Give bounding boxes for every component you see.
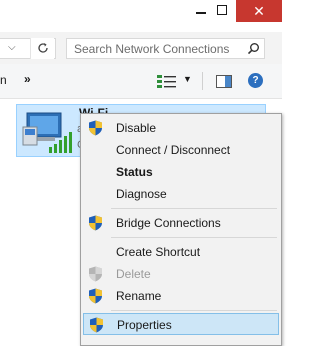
menu-item-label: Diagnose — [116, 187, 167, 201]
close-icon: ✕ — [253, 3, 265, 19]
menu-item-label: Delete — [116, 267, 151, 281]
help-icon[interactable]: ? — [248, 73, 263, 88]
menu-item-label: Rename — [116, 289, 162, 303]
uac-shield-icon — [89, 288, 102, 304]
menu-item-bridge-connections[interactable]: Bridge Connections — [83, 212, 279, 234]
menu-item-label: Disable — [116, 121, 157, 135]
more-commands-button[interactable]: » — [24, 72, 31, 86]
toolbar-fragment[interactable]: n — [0, 73, 7, 87]
minimize-button[interactable] — [196, 12, 206, 14]
menu-item-label: Status — [116, 165, 153, 179]
uac-shield-icon — [89, 120, 102, 136]
close-button[interactable]: ✕ — [236, 0, 282, 22]
menu-item-status[interactable]: Status — [83, 161, 279, 183]
toolbar-separator — [202, 72, 203, 90]
menu-item-delete: Delete — [83, 263, 279, 285]
search-input[interactable]: Search Network Connections — [66, 38, 265, 59]
view-dropdown-arrow[interactable]: ▼ — [183, 74, 192, 84]
menu-item-diagnose[interactable]: Diagnose — [83, 183, 279, 205]
menu-separator — [111, 237, 277, 238]
search-icon — [247, 43, 259, 55]
menu-item-label: Create Shortcut — [116, 245, 201, 259]
chevron-down-icon: ⌵ — [8, 42, 16, 53]
menu-item-properties[interactable]: Properties — [83, 313, 279, 335]
maximize-icon — [217, 5, 227, 15]
command-bar: n » ▼ ? — [0, 64, 282, 99]
uac-shield-icon — [89, 215, 102, 231]
menu-item-label: Connect / Disconnect — [116, 143, 231, 157]
uac-shield-icon — [90, 317, 103, 333]
menu-item-connect-disconnect[interactable]: Connect / Disconnect — [83, 139, 279, 161]
search-placeholder: Search Network Connections — [74, 42, 230, 56]
menu-separator — [111, 310, 277, 311]
wifi-adapter-icon — [22, 112, 72, 153]
title-bar: ✕ — [0, 0, 282, 32]
menu-item-label: Bridge Connections — [116, 216, 221, 230]
change-view-icon[interactable] — [157, 75, 179, 89]
menu-item-disable[interactable]: Disable — [83, 117, 279, 139]
uac-shield-icon — [89, 266, 102, 282]
refresh-icon — [38, 43, 48, 53]
menu-item-rename[interactable]: Rename — [83, 285, 279, 307]
refresh-button[interactable] — [30, 38, 54, 59]
menu-separator — [111, 208, 277, 209]
preview-pane-icon[interactable] — [216, 75, 232, 88]
maximize-button[interactable] — [209, 0, 235, 22]
context-menu: Disable Connect / Disconnect Status Diag… — [80, 113, 282, 346]
menu-item-label: Properties — [117, 318, 172, 332]
address-bar-row: ⌵ Search Network Connections — [0, 32, 282, 65]
menu-item-create-shortcut[interactable]: Create Shortcut — [83, 241, 279, 263]
